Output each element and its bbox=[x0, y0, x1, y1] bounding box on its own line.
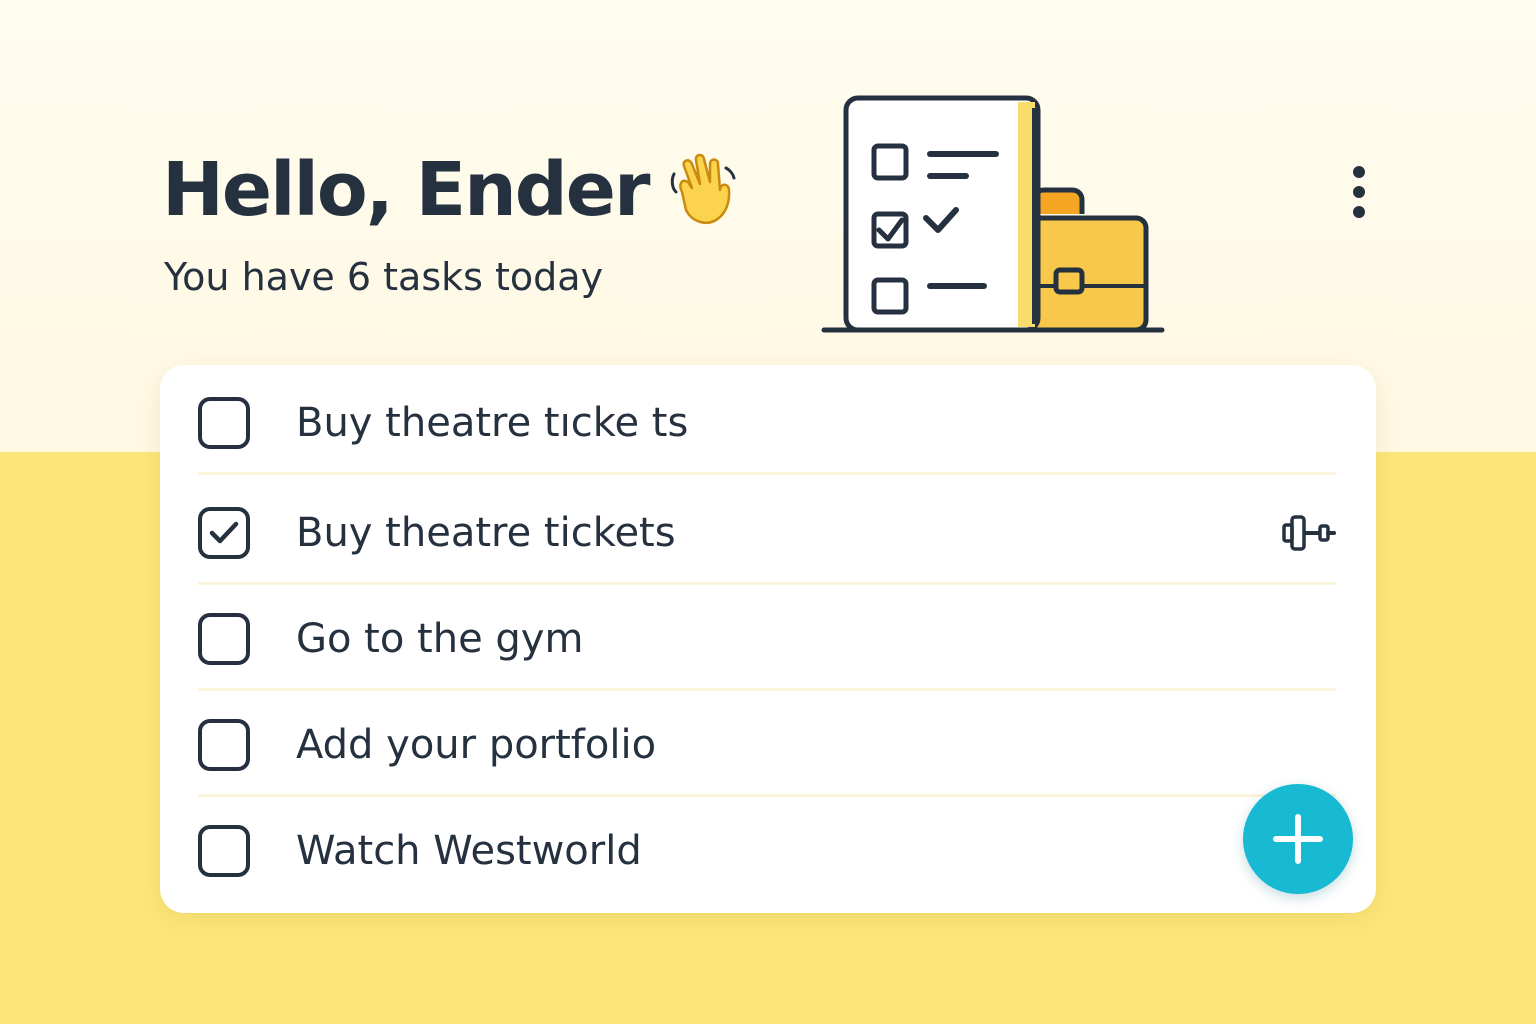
task-count-subtitle: You have 6 tasks today bbox=[164, 255, 604, 299]
task-label: Go to the gym bbox=[296, 616, 584, 662]
task-card: Buy theatre tıcke ts Buy theatre tickets bbox=[160, 365, 1376, 913]
task-row[interactable]: Add your portfolio bbox=[198, 693, 1336, 797]
waving-hand-icon bbox=[668, 150, 740, 230]
task-label: Add your portfolio bbox=[296, 722, 657, 768]
task-checkbox[interactable] bbox=[198, 719, 250, 771]
task-checkbox[interactable] bbox=[198, 825, 250, 877]
row-divider bbox=[198, 688, 1336, 691]
more-options-button[interactable] bbox=[1336, 154, 1382, 230]
task-checkbox[interactable] bbox=[198, 613, 250, 665]
checklist-briefcase-illustration bbox=[820, 92, 1170, 342]
add-task-button[interactable] bbox=[1243, 784, 1353, 894]
row-divider bbox=[198, 472, 1336, 475]
task-label: Buy theatre tickets bbox=[296, 510, 676, 556]
row-divider bbox=[198, 794, 1336, 797]
checkmark-icon bbox=[209, 521, 239, 544]
task-row[interactable]: Buy theatre tıcke ts bbox=[198, 371, 1336, 475]
row-divider bbox=[198, 582, 1336, 585]
task-checkbox-checked[interactable] bbox=[198, 507, 250, 559]
greeting: Hello, Ender bbox=[162, 150, 740, 230]
page-title: Hello, Ender bbox=[162, 147, 650, 233]
more-vertical-icon bbox=[1353, 166, 1365, 178]
dumbbell-icon bbox=[1282, 513, 1336, 553]
task-label: Buy theatre tıcke ts bbox=[296, 400, 689, 446]
more-vertical-icon-dot bbox=[1353, 206, 1365, 218]
more-vertical-icon-dot bbox=[1353, 186, 1365, 198]
task-row[interactable]: Go to the gym bbox=[198, 587, 1336, 691]
task-row[interactable]: Buy theatre tickets bbox=[198, 481, 1336, 585]
task-checkbox[interactable] bbox=[198, 397, 250, 449]
task-row[interactable]: Watch Westworld bbox=[198, 799, 1336, 903]
plus-icon bbox=[1273, 814, 1323, 864]
task-label: Watch Westworld bbox=[296, 828, 642, 874]
